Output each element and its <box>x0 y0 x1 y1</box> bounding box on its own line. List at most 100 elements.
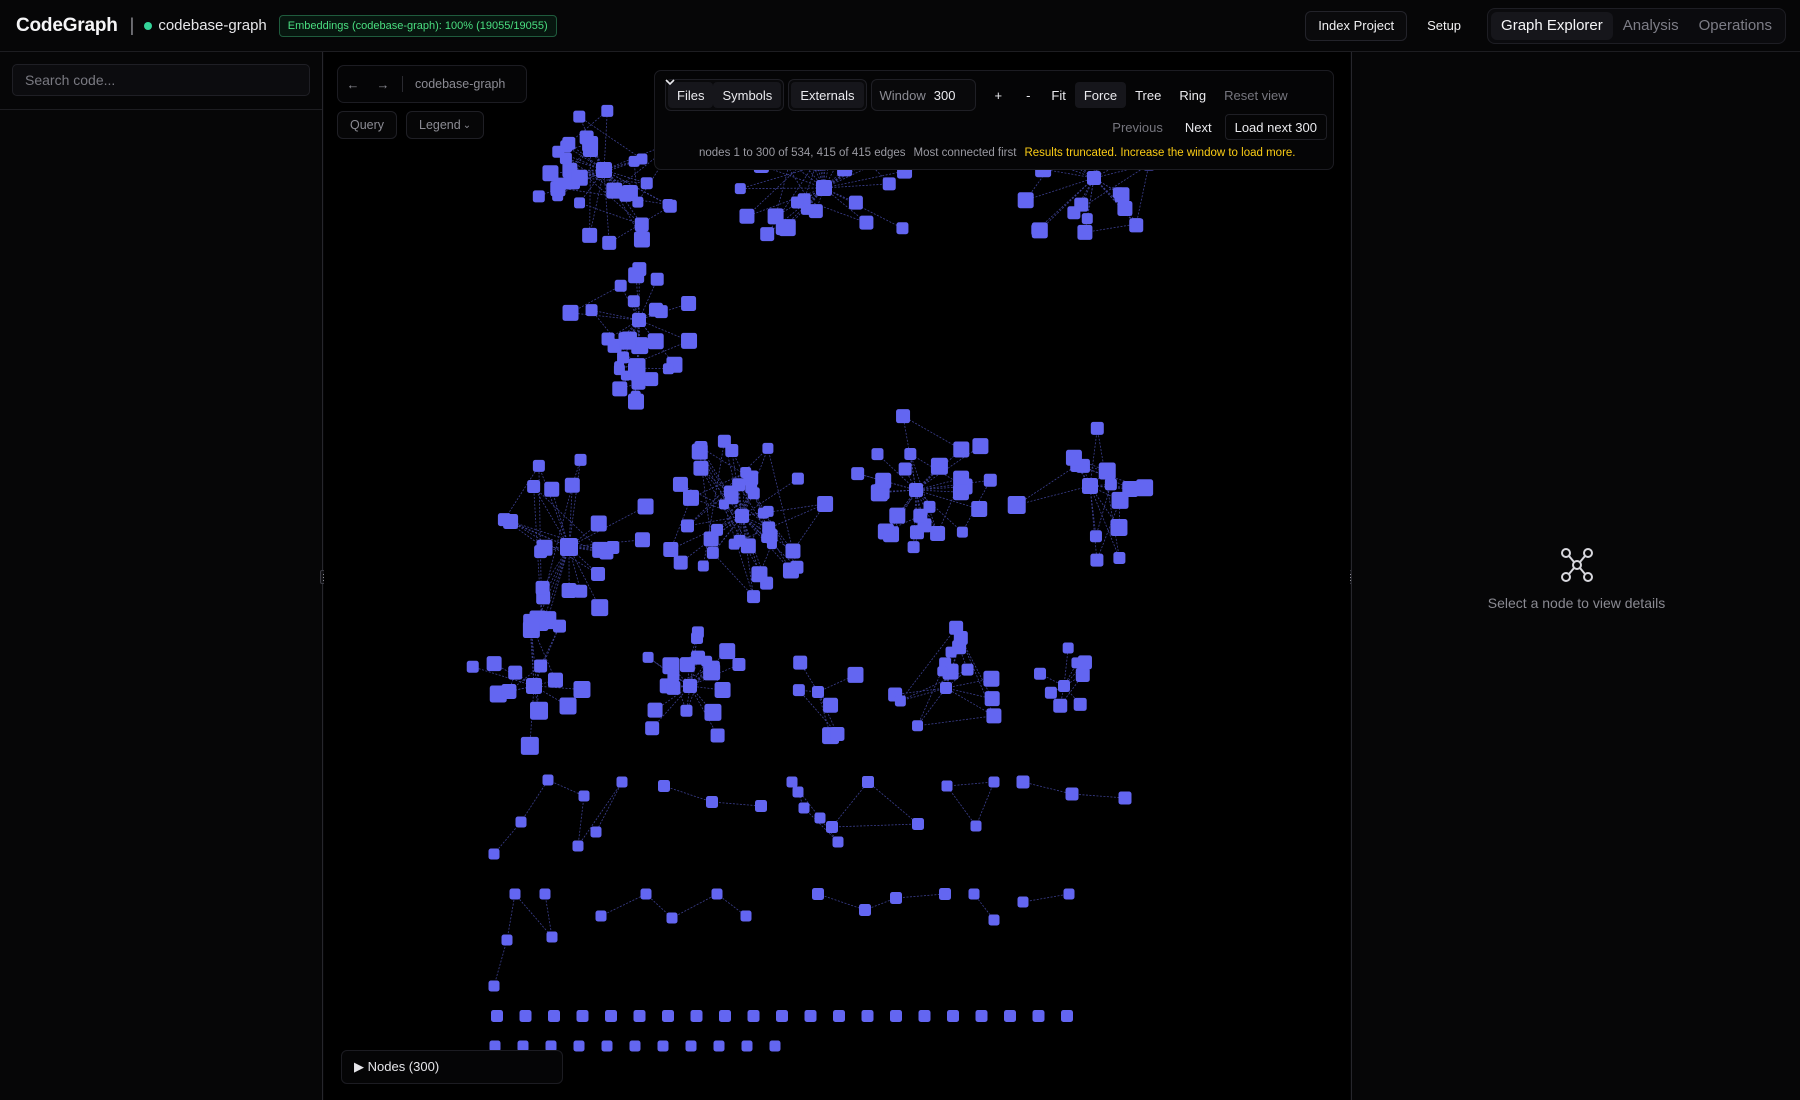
tab-operations[interactable]: Operations <box>1689 12 1782 40</box>
graph-node[interactable] <box>710 728 725 743</box>
graph-node[interactable] <box>574 584 588 598</box>
graph-node[interactable] <box>701 655 713 667</box>
graph-node[interactable] <box>585 304 598 317</box>
graph-node[interactable] <box>711 888 723 900</box>
graph-node[interactable] <box>571 169 588 186</box>
graph-node[interactable] <box>682 489 699 506</box>
graph-node[interactable] <box>1136 479 1154 497</box>
graph-node[interactable] <box>747 590 761 604</box>
graph-node[interactable] <box>629 1040 641 1052</box>
search-input[interactable]: Search code... <box>12 64 310 96</box>
graph-node[interactable] <box>1032 1010 1045 1022</box>
graph-node[interactable] <box>937 666 948 677</box>
graph-node[interactable] <box>606 541 620 555</box>
graph-node[interactable] <box>1077 655 1092 670</box>
graph-node[interactable] <box>690 1010 703 1022</box>
graph-node[interactable] <box>573 1040 585 1052</box>
graph-node[interactable] <box>636 153 648 165</box>
graph-node[interactable] <box>791 196 804 209</box>
graph-node[interactable] <box>662 1010 674 1022</box>
filter-externals[interactable]: Externals <box>791 82 864 108</box>
previous-button[interactable]: Previous <box>1103 114 1172 140</box>
graph-node[interactable] <box>1075 668 1090 683</box>
graph-node[interactable] <box>706 796 718 808</box>
graph-node[interactable] <box>642 651 654 663</box>
graph-node[interactable] <box>706 546 719 559</box>
graph-svg[interactable] <box>324 52 1350 1100</box>
graph-node[interactable] <box>904 448 917 461</box>
graph-node[interactable] <box>1122 480 1139 497</box>
graph-node[interactable] <box>672 476 688 492</box>
graph-node[interactable] <box>632 196 644 208</box>
graph-node[interactable] <box>984 691 1000 707</box>
graph-node[interactable] <box>527 480 541 494</box>
tab-analysis[interactable]: Analysis <box>1613 12 1689 40</box>
graph-node[interactable] <box>732 657 746 671</box>
graph-node[interactable] <box>683 679 697 693</box>
graph-node[interactable] <box>804 1010 817 1022</box>
graph-node[interactable] <box>847 666 864 683</box>
graph-node[interactable] <box>740 467 752 479</box>
graph-node[interactable] <box>812 686 824 698</box>
graph-node[interactable] <box>832 836 844 848</box>
graph-node[interactable] <box>486 656 502 672</box>
graph-node[interactable] <box>918 1010 931 1022</box>
graph-node[interactable] <box>644 372 659 387</box>
graph-node[interactable] <box>739 208 755 224</box>
graph-node[interactable] <box>983 473 997 487</box>
graph-node[interactable] <box>1061 1010 1073 1022</box>
graph-node[interactable] <box>535 580 550 595</box>
graph-node[interactable] <box>673 555 688 570</box>
graph-node[interactable] <box>544 481 560 497</box>
window-select[interactable]: Window 300 <box>665 79 977 111</box>
graph-node[interactable] <box>972 438 989 455</box>
graph-node[interactable] <box>559 152 572 165</box>
graph-node[interactable] <box>961 663 974 676</box>
graph-node[interactable] <box>719 643 736 660</box>
graph-node[interactable] <box>601 332 615 346</box>
graph-node[interactable] <box>968 888 980 900</box>
graph-node[interactable] <box>732 478 746 492</box>
graph-node[interactable] <box>792 684 805 697</box>
graph-node[interactable] <box>657 1040 669 1052</box>
graph-node[interactable] <box>509 888 521 900</box>
graph-node[interactable] <box>634 532 650 548</box>
graph-node[interactable] <box>520 736 539 755</box>
graph-node[interactable] <box>1073 697 1087 711</box>
graph-node[interactable] <box>782 562 799 579</box>
graph-node[interactable] <box>572 840 584 852</box>
graph-node[interactable] <box>882 177 896 191</box>
graph-node[interactable] <box>859 904 871 916</box>
graph-node[interactable] <box>574 453 587 466</box>
layout-tree[interactable]: Tree <box>1126 82 1170 108</box>
breadcrumb[interactable]: codebase-graph <box>415 77 505 91</box>
graph-node[interactable] <box>637 498 654 515</box>
graph-node[interactable] <box>605 1010 617 1022</box>
graph-node[interactable] <box>769 1040 781 1052</box>
graph-node[interactable] <box>562 304 579 321</box>
graph-node[interactable] <box>930 525 946 541</box>
graph-canvas[interactable]: ← → codebase-graph Query Legend ⌄ Files … <box>324 52 1350 1100</box>
graph-node[interactable] <box>547 672 563 688</box>
graph-node[interactable] <box>952 484 969 501</box>
graph-node[interactable] <box>909 483 923 497</box>
graph-node[interactable] <box>988 914 1000 926</box>
graph-node[interactable] <box>595 910 607 922</box>
graph-node[interactable] <box>685 1040 697 1052</box>
graph-node[interactable] <box>612 381 628 397</box>
graph-node[interactable] <box>573 680 591 698</box>
graph-node[interactable] <box>691 626 704 639</box>
graph-node[interactable] <box>596 162 612 178</box>
graph-node[interactable] <box>898 462 912 476</box>
forward-arrow-icon[interactable]: → <box>368 77 398 92</box>
graph-node[interactable] <box>907 541 920 554</box>
graph-node[interactable] <box>1098 462 1116 480</box>
graph-node[interactable] <box>814 812 826 824</box>
graph-node[interactable] <box>912 720 924 732</box>
graph-node[interactable] <box>760 227 775 242</box>
graph-node[interactable] <box>508 665 523 680</box>
graph-node[interactable] <box>681 295 697 311</box>
graph-node[interactable] <box>747 1010 760 1022</box>
graph-node[interactable] <box>654 305 668 319</box>
graph-node[interactable] <box>1044 686 1057 699</box>
